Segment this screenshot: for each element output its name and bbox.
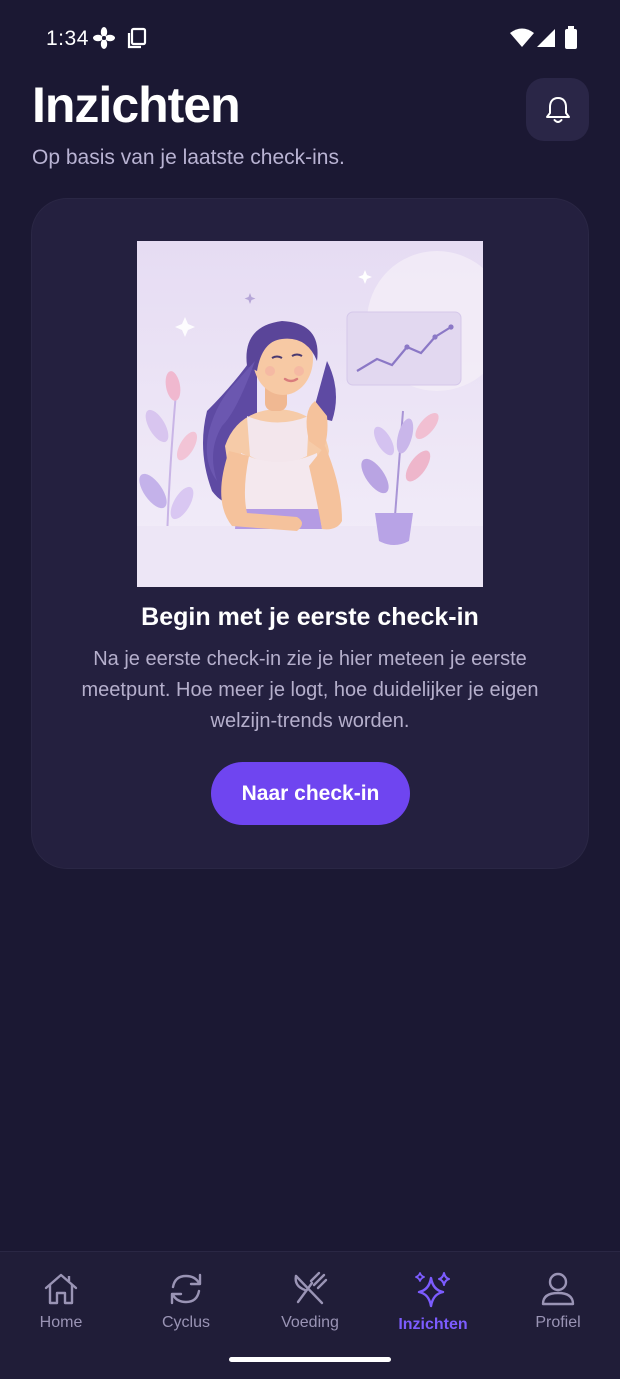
fork-knife-icon — [294, 1271, 328, 1305]
nav-label-profiel: Profiel — [535, 1314, 581, 1331]
bell-icon — [545, 96, 570, 123]
nav-item-profiel[interactable]: Profiel — [503, 1270, 613, 1332]
nav-item-home[interactable]: Home — [6, 1270, 116, 1332]
fan-icon — [93, 26, 115, 55]
sparkles-icon — [415, 1272, 450, 1308]
status-time: 1:34 — [46, 27, 89, 50]
nav-label-home: Home — [39, 1314, 83, 1331]
nav-label-inzichten: Inzichten — [398, 1316, 468, 1333]
wifi-icon — [509, 28, 535, 53]
page-title: Inzichten — [32, 77, 241, 133]
nav-label-voeding: Voeding — [281, 1314, 339, 1331]
home-indicator[interactable] — [229, 1357, 391, 1362]
woman-thinking-illustration — [137, 241, 483, 587]
nav-label-cyclus: Cyclus — [161, 1314, 210, 1331]
screenshot-icon — [126, 26, 148, 55]
nav-item-cyclus[interactable]: Cyclus — [131, 1270, 241, 1332]
insights-empty-state-card: Begin met je eerste check-in Na je eerst… — [31, 198, 589, 869]
cycle-icon — [170, 1273, 202, 1305]
person-icon — [541, 1272, 575, 1306]
empty-state-description: Na je eerste check-in zie je hier meteen… — [81, 648, 539, 732]
signal-icon — [536, 28, 556, 53]
nav-item-voeding[interactable]: Voeding — [255, 1270, 365, 1332]
page-subtitle: Op basis van je laatste check-ins. — [32, 146, 345, 169]
go-to-check-in-button[interactable]: Naar check-in — [211, 762, 410, 825]
home-icon — [44, 1273, 78, 1305]
notifications-button[interactable] — [526, 78, 589, 141]
battery-icon — [564, 26, 578, 55]
status-bar: 1:34 — [0, 0, 620, 80]
nav-item-inzichten[interactable]: Inzichten — [378, 1270, 488, 1334]
empty-state-title: Begin met je eerste check-in — [141, 603, 479, 631]
